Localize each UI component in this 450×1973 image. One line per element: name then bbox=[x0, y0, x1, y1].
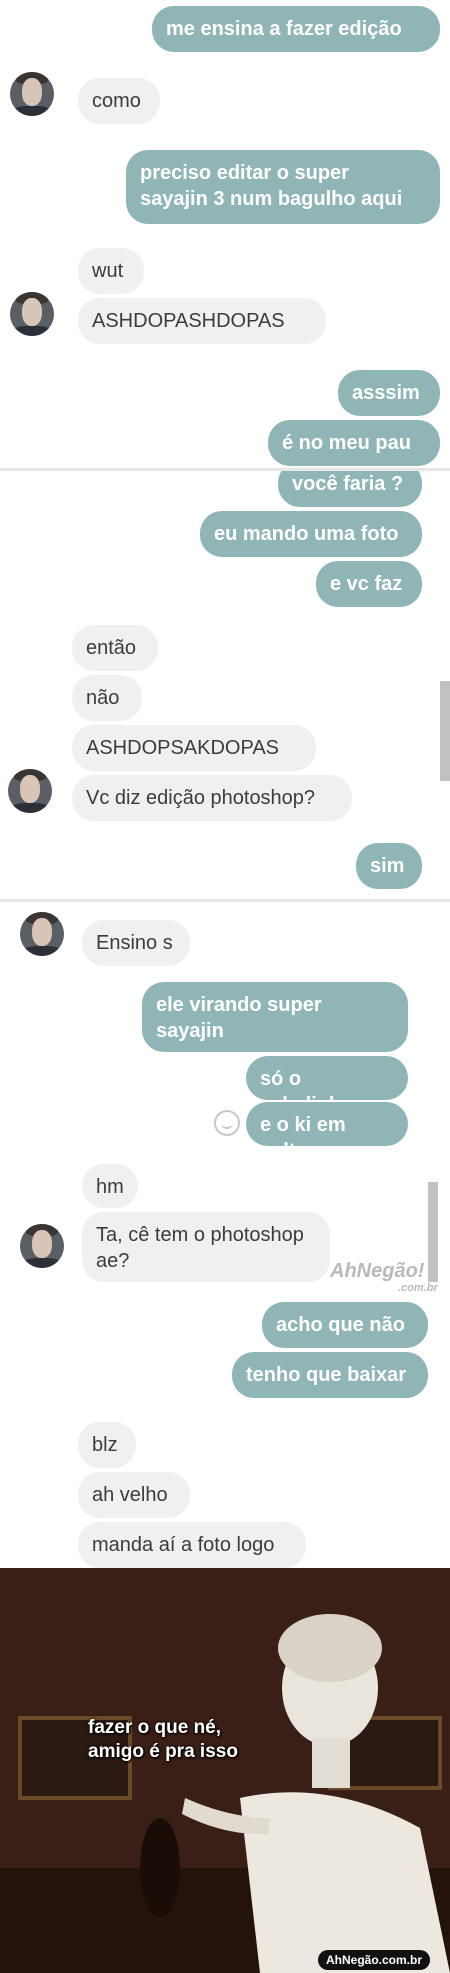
chat-panel-1: me ensina a fazer edição como preciso ed… bbox=[0, 0, 450, 468]
message-bubble-incoming: wut bbox=[78, 248, 144, 294]
watermark-domain: .com.br bbox=[398, 1282, 438, 1294]
message-bubble-incoming: como bbox=[78, 78, 160, 124]
message-bubble-outgoing: é no meu pau bbox=[268, 420, 440, 466]
message-bubble-incoming: Ensino s bbox=[82, 920, 190, 966]
message-bubble-outgoing: eu mando uma foto bbox=[200, 511, 422, 557]
site-badge: AhNegão.com.br bbox=[318, 1950, 431, 1970]
message-bubble-incoming: manda aí a foto logo bbox=[78, 1522, 306, 1568]
message-bubble-outgoing: só o cabelinho bbox=[246, 1056, 408, 1116]
avatar[interactable] bbox=[20, 912, 64, 956]
avatar[interactable] bbox=[10, 292, 54, 336]
message-bubble-outgoing: sim bbox=[356, 843, 422, 889]
message-bubble-outgoing: acho que não bbox=[262, 1302, 428, 1348]
message-bubble-incoming: blz bbox=[78, 1422, 136, 1468]
message-bubble-incoming: Vc diz edição photoshop? bbox=[72, 775, 352, 821]
message-bubble-outgoing: e vc faz bbox=[316, 561, 422, 607]
chat-panel-4: .com.br acho que não tenho que baixar bl… bbox=[0, 1282, 450, 1568]
message-bubble-outgoing: ele virando super sayajin mano bbox=[142, 982, 408, 1068]
message-bubble-incoming: ASHDOPSAKDOPAS bbox=[72, 725, 316, 771]
message-bubble-incoming: ASHDOPASHDOPAS bbox=[78, 298, 326, 344]
scrollbar-thumb[interactable] bbox=[440, 681, 450, 781]
avatar[interactable] bbox=[20, 1224, 64, 1268]
watermark-logo: AhNegão! bbox=[330, 1260, 425, 1282]
chat-panel-2: você faria ? eu mando uma foto e vc faz … bbox=[0, 471, 450, 899]
meme-caption: fazer o que né, amigo é pra isso bbox=[88, 1717, 238, 1762]
emoji-reaction-icon[interactable] bbox=[214, 1110, 240, 1136]
message-bubble-incoming: Ta, cê tem o photoshop ae? bbox=[82, 1212, 330, 1282]
meme-image: fazer o que né, amigo é pra isso AhNegão… bbox=[0, 1568, 450, 1973]
avatar[interactable] bbox=[10, 72, 54, 116]
message-bubble-incoming: então bbox=[72, 625, 158, 671]
message-bubble-incoming: hm bbox=[82, 1164, 138, 1208]
message-bubble-outgoing: você faria ? bbox=[278, 471, 422, 507]
message-bubble-outgoing: me ensina a fazer edição bbox=[152, 6, 440, 52]
message-bubble-outgoing: asssim bbox=[338, 370, 440, 416]
message-bubble-outgoing: tenho que baixar bbox=[232, 1352, 428, 1398]
message-bubble-incoming: ah velho bbox=[78, 1472, 190, 1518]
chat-panel-3: Ensino s ele virando super sayajin mano … bbox=[0, 902, 450, 1282]
message-bubble-incoming: não bbox=[72, 675, 142, 721]
scrollbar-thumb[interactable] bbox=[428, 1182, 438, 1282]
museum-scene-illustration bbox=[0, 1568, 450, 1973]
avatar[interactable] bbox=[8, 769, 52, 813]
message-bubble-outgoing: e o ki em volta bbox=[246, 1102, 408, 1162]
message-bubble-outgoing: preciso editar o super sayajin 3 num bag… bbox=[126, 150, 440, 224]
